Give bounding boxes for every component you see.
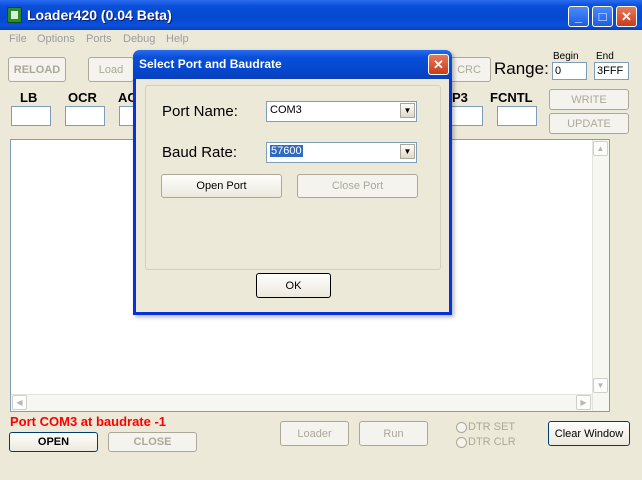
- scroll-down-icon[interactable]: ▼: [593, 378, 608, 393]
- maximize-button[interactable]: □: [592, 6, 613, 27]
- dtr-clr-label: DTR CLR: [468, 436, 516, 448]
- chevron-down-icon[interactable]: ▼: [400, 103, 415, 118]
- dialog-groupbox: Port Name: COM3 ▼ Baud Rate: 57600 ▼ Ope…: [145, 85, 441, 270]
- dialog-close-icon[interactable]: ✕: [428, 54, 449, 75]
- chevron-down-icon[interactable]: ▼: [400, 144, 415, 159]
- menu-debug[interactable]: Debug: [123, 33, 155, 45]
- open-button[interactable]: OPEN: [9, 432, 98, 452]
- clear-window-button[interactable]: Clear Window: [548, 421, 630, 446]
- crc-button[interactable]: CRC: [447, 57, 491, 82]
- window-title-bar[interactable]: Loader420 (0.04 Beta) _ □ ✕: [0, 0, 642, 30]
- fcntl-label: FCNTL: [490, 90, 533, 105]
- scroll-up-icon[interactable]: ▲: [593, 141, 608, 156]
- dialog-title: Select Port and Baudrate: [139, 57, 282, 71]
- end-label: End: [596, 51, 614, 62]
- menu-ports[interactable]: Ports: [86, 33, 112, 45]
- ok-button[interactable]: OK: [256, 273, 331, 298]
- scroll-left-icon[interactable]: ◀: [12, 395, 27, 410]
- ocr-label: OCR: [68, 90, 97, 105]
- port-name-select[interactable]: COM3 ▼: [266, 101, 417, 122]
- menu-options[interactable]: Options: [37, 33, 75, 45]
- ocr-input[interactable]: [65, 106, 105, 126]
- dtr-set-radio[interactable]: [456, 422, 467, 433]
- baud-rate-value: 57600: [270, 145, 303, 157]
- lb-label: LB: [20, 90, 38, 105]
- open-port-button[interactable]: Open Port: [161, 174, 282, 198]
- port-name-label: Port Name:: [162, 103, 238, 120]
- vertical-scrollbar[interactable]: ▲ ▼: [592, 140, 609, 411]
- write-button[interactable]: WRITE: [549, 89, 629, 110]
- port-name-value: COM3: [270, 104, 302, 116]
- load-button[interactable]: Load: [88, 57, 134, 82]
- menu-file[interactable]: File: [9, 33, 27, 45]
- port-dialog: Select Port and Baudrate ✕ Port Name: CO…: [133, 50, 452, 315]
- close-window-button[interactable]: ✕: [616, 6, 637, 27]
- range-label: Range:: [494, 59, 549, 78]
- p3-label: P3: [452, 90, 468, 105]
- lb-input[interactable]: [11, 106, 51, 126]
- app-icon: [7, 7, 22, 23]
- begin-input[interactable]: 0: [552, 62, 587, 80]
- scroll-right-icon[interactable]: ▶: [576, 395, 591, 410]
- baud-rate-label: Baud Rate:: [162, 144, 238, 161]
- dtr-set-label: DTR SET: [468, 421, 516, 433]
- update-button[interactable]: UPDATE: [549, 113, 629, 134]
- dtr-clr-radio[interactable]: [456, 437, 467, 448]
- menu-help[interactable]: Help: [166, 33, 189, 45]
- window-title: Loader420 (0.04 Beta): [27, 7, 172, 23]
- fcntl-input[interactable]: [497, 106, 537, 126]
- run-button[interactable]: Run: [359, 421, 428, 446]
- begin-label: Begin: [553, 51, 579, 62]
- loader-button[interactable]: Loader: [280, 421, 349, 446]
- close-button[interactable]: CLOSE: [108, 432, 197, 452]
- end-input[interactable]: 3FFF: [594, 62, 629, 80]
- horizontal-scrollbar[interactable]: ◀ ▶: [11, 394, 592, 411]
- baud-rate-select[interactable]: 57600 ▼: [266, 142, 417, 163]
- status-text: Port COM3 at baudrate -1: [10, 414, 167, 429]
- dialog-title-bar[interactable]: Select Port and Baudrate ✕: [133, 50, 452, 79]
- close-port-button[interactable]: Close Port: [297, 174, 418, 198]
- reload-button[interactable]: RELOAD: [8, 57, 66, 82]
- minimize-button[interactable]: _: [568, 6, 589, 27]
